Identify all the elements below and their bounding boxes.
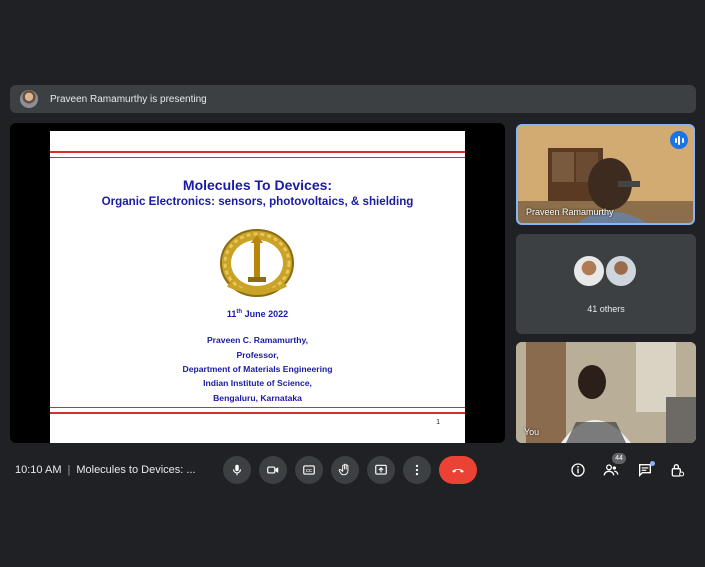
raise-hand-icon: [338, 463, 349, 476]
host-controls-button[interactable]: [667, 460, 687, 480]
info-icon: [571, 463, 585, 477]
raise-hand-button[interactable]: [331, 456, 359, 484]
slide-top-rule-thin: [50, 157, 465, 158]
others-count: 41 others: [587, 304, 625, 314]
more-options-icon: [415, 464, 419, 476]
slide-top-rule: [50, 151, 465, 153]
author-line: Department of Materials Engineering: [182, 364, 333, 374]
author-line: Bengaluru, Karnataka: [213, 393, 302, 403]
author-line: Indian Institute of Science,: [203, 378, 312, 388]
institute-logo: [220, 229, 294, 297]
microphone-button[interactable]: [223, 456, 251, 484]
others-avatars: [572, 254, 642, 290]
camera-icon: [267, 466, 279, 474]
present-button[interactable]: [367, 456, 395, 484]
participant-avatar: [572, 254, 606, 288]
meeting-info: 10:10 AM | Molecules to Devices: ...: [15, 464, 196, 476]
self-label: You: [524, 427, 540, 437]
author-line: Professor,: [236, 350, 279, 360]
presenting-banner: Praveen Ramamurthy is presenting: [10, 85, 696, 113]
self-tile[interactable]: You: [516, 342, 696, 443]
author-line: Praveen C. Ramamurthy,: [206, 335, 309, 345]
host-controls-icon: [671, 464, 685, 477]
microphone-icon: [232, 464, 242, 476]
presenting-text: Praveen Ramamurthy is presenting: [50, 93, 207, 105]
presenter-tile[interactable]: Praveen Ramamurthy: [516, 124, 695, 225]
meeting-controls-bar: 10:10 AM | Molecules to Devices: ... CC 44: [0, 452, 705, 490]
captions-button[interactable]: CC: [295, 456, 323, 484]
meet-window: Praveen Ramamurthy is presenting Molecul…: [0, 0, 705, 567]
self-video: [516, 342, 696, 443]
others-tile[interactable]: 41 others: [516, 234, 696, 334]
slide-subtitle: Organic Electronics: sensors, photovolta…: [101, 195, 414, 208]
svg-text:CC: CC: [306, 468, 312, 473]
captions-icon: CC: [303, 465, 315, 475]
presenter-name: Praveen Ramamurthy: [526, 207, 614, 217]
speaking-indicator-icon: [670, 131, 688, 149]
participant-avatar: [604, 254, 638, 288]
meeting-title: Molecules to Devices: ...: [76, 464, 196, 476]
more-options-button[interactable]: [403, 456, 431, 484]
camera-button[interactable]: [259, 456, 287, 484]
slide: Molecules To Devices: Organic Electronic…: [50, 131, 465, 443]
end-call-button[interactable]: [439, 456, 477, 484]
slide-title: Molecules To Devices:: [182, 177, 333, 193]
slide-bottom-rule-thin: [50, 407, 465, 408]
people-icon: [603, 464, 619, 476]
presenter-avatar: [20, 90, 38, 108]
clock-time: 10:10 AM: [15, 464, 62, 476]
chat-notification-dot: [650, 461, 655, 466]
meeting-details-button[interactable]: [568, 460, 588, 480]
slide-date: 11th June 2022: [226, 309, 289, 319]
end-call-icon: [452, 468, 464, 473]
participant-count-badge: 44: [612, 453, 626, 464]
present-icon: [375, 464, 387, 475]
presentation-stage[interactable]: Molecules To Devices: Organic Electronic…: [10, 123, 505, 443]
slide-bottom-rule: [50, 412, 465, 414]
slide-page-number: 1: [436, 419, 440, 426]
